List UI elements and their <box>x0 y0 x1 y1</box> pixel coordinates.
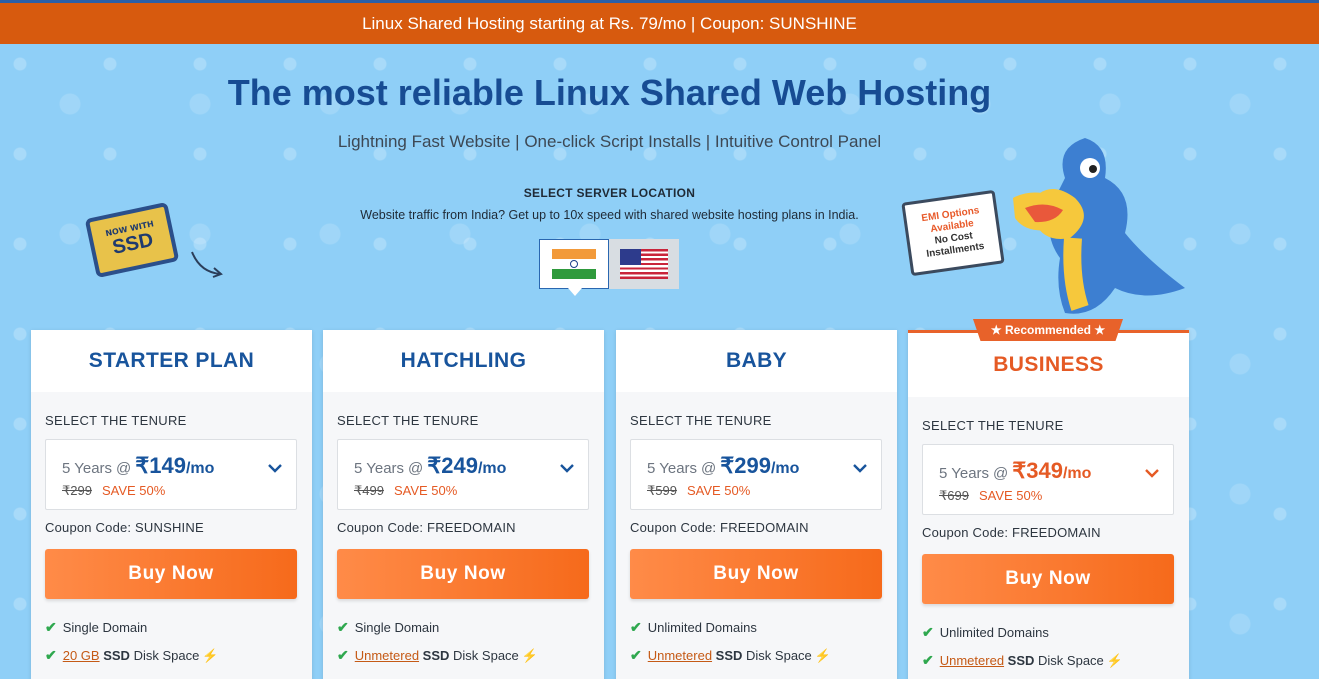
tenure-select[interactable]: 5 Years @ ₹299 /mo ₹599 SAVE 50% <box>630 439 882 510</box>
feature-bold: SSD <box>422 648 450 663</box>
gator-mascot-icon <box>1013 138 1185 314</box>
price-period: /mo <box>770 460 800 477</box>
tenure-select[interactable]: 5 Years @ ₹249 /mo ₹499 SAVE 50% <box>337 439 589 510</box>
feature-text: Disk Space <box>453 648 519 663</box>
feature-domains: ✔ Unlimited Domains <box>630 619 757 636</box>
check-icon: ✔ <box>45 619 57 635</box>
tenure-at: @ <box>408 460 424 477</box>
us-flag-icon <box>620 249 668 279</box>
feature-text: Disk Space <box>746 648 812 663</box>
tenure-label: SELECT THE TENURE <box>630 413 772 428</box>
tenure-label: SELECT THE TENURE <box>337 413 479 428</box>
old-price: ₹599 <box>647 483 677 498</box>
plan-name: STARTER PLAN <box>31 330 312 392</box>
feature-disk-space: ✔ Unmetered SSD Disk Space ⚡ <box>630 647 831 664</box>
plan-card-baby: BABY SELECT THE TENURE 5 Years @ ₹299 /m… <box>616 330 897 679</box>
chevron-down-icon[interactable] <box>1145 465 1159 481</box>
tenure-label: SELECT THE TENURE <box>922 418 1064 433</box>
tenure-years: 5 Years <box>354 460 405 477</box>
lightning-icon: ⚡ <box>202 647 219 663</box>
tenure-at: @ <box>116 460 132 477</box>
lightning-icon: ⚡ <box>1106 652 1123 668</box>
plan-card-business: ★ Recommended ★ BUSINESS SELECT THE TENU… <box>908 319 1189 679</box>
plan-card-starter: STARTER PLAN SELECT THE TENURE 5 Years @… <box>31 330 312 679</box>
feature-text: Single Domain <box>354 620 440 635</box>
recommended-ribbon: ★ Recommended ★ <box>973 319 1123 341</box>
disk-space-link[interactable]: 20 GB <box>63 648 100 663</box>
plan-price: ₹299 <box>720 453 771 478</box>
curved-arrow-icon <box>191 251 223 278</box>
buy-now-button[interactable]: Buy Now <box>45 549 297 599</box>
feature-domains: ✔ Unlimited Domains <box>922 624 1049 641</box>
feature-disk-space: ✔ Unmetered SSD Disk Space ⚡ <box>337 647 538 664</box>
check-icon: ✔ <box>922 624 934 640</box>
plan-price: ₹349 <box>1012 458 1063 483</box>
check-icon: ✔ <box>630 647 642 663</box>
feature-disk-space: ✔ Unmetered SSD Disk Space ⚡ <box>922 652 1123 669</box>
check-icon: ✔ <box>337 647 349 663</box>
feature-text: Single Domain <box>62 620 148 635</box>
tenure-years: 5 Years <box>647 460 698 477</box>
tenure-years: 5 Years <box>62 460 113 477</box>
old-price: ₹699 <box>939 488 969 503</box>
buy-now-button[interactable]: Buy Now <box>922 554 1174 604</box>
buy-now-button[interactable]: Buy Now <box>630 549 882 599</box>
check-icon: ✔ <box>922 652 934 668</box>
plan-price: ₹249 <box>427 453 478 478</box>
feature-bold: SSD <box>1007 653 1035 668</box>
tenure-years: 5 Years <box>939 465 990 482</box>
page-headline: The most reliable Linux Shared Web Hosti… <box>227 72 992 113</box>
feature-text: Disk Space <box>133 648 200 663</box>
us-location-button[interactable] <box>609 239 679 289</box>
feature-bold: SSD <box>103 648 130 663</box>
plan-name: BABY <box>616 330 897 392</box>
tenure-label: SELECT THE TENURE <box>45 413 187 428</box>
plan-price: ₹149 <box>135 453 186 478</box>
buy-now-button[interactable]: Buy Now <box>337 549 589 599</box>
coupon-code: Coupon Code: FREEDOMAIN <box>337 520 516 535</box>
lightning-icon: ⚡ <box>521 647 538 663</box>
save-badge: SAVE 50% <box>978 488 1043 503</box>
emi-options-card: EMI Options Available No Cost Installmen… <box>901 189 1005 277</box>
tenure-at: @ <box>993 465 1009 482</box>
lightning-icon: ⚡ <box>814 647 831 663</box>
chevron-down-icon[interactable] <box>268 460 282 476</box>
old-price: ₹499 <box>354 483 384 498</box>
tenure-select[interactable]: 5 Years @ ₹149 /mo ₹299 SAVE 50% <box>45 439 297 510</box>
india-flag-icon <box>552 249 596 279</box>
save-badge: SAVE 50% <box>686 483 751 498</box>
india-location-button[interactable] <box>539 239 609 296</box>
coupon-code: Coupon Code: SUNSHINE <box>45 520 204 535</box>
price-period: /mo <box>185 460 215 477</box>
feature-text: Disk Space <box>1038 653 1104 668</box>
check-icon: ✔ <box>337 619 349 635</box>
plan-name: BUSINESS <box>908 333 1189 397</box>
feature-domains: ✔ Single Domain <box>337 619 439 636</box>
promo-text: Linux Shared Hosting starting at Rs. 79/… <box>362 13 857 33</box>
plan-card-hatchling: HATCHLING SELECT THE TENURE 5 Years @ ₹2… <box>323 330 604 679</box>
coupon-code: Coupon Code: FREEDOMAIN <box>630 520 809 535</box>
feature-domains: ✔ Single Domain <box>45 619 147 636</box>
coupon-code: Coupon Code: FREEDOMAIN <box>922 525 1101 540</box>
feature-text: Unlimited Domains <box>647 620 757 635</box>
price-period: /mo <box>1062 465 1092 482</box>
check-icon: ✔ <box>45 647 57 663</box>
chevron-down-icon[interactable] <box>853 460 867 476</box>
tenure-at: @ <box>701 460 717 477</box>
disk-space-link[interactable]: Unmetered <box>940 653 1004 668</box>
old-price: ₹299 <box>62 483 92 498</box>
promo-bar[interactable]: Linux Shared Hosting starting at Rs. 79/… <box>0 0 1319 44</box>
feature-bold: SSD <box>715 648 743 663</box>
chevron-down-icon[interactable] <box>560 460 574 476</box>
price-period: /mo <box>477 460 507 477</box>
disk-space-link[interactable]: Unmetered <box>648 648 712 663</box>
disk-space-link[interactable]: Unmetered <box>355 648 419 663</box>
check-icon: ✔ <box>630 619 642 635</box>
plan-name: HATCHLING <box>323 330 604 392</box>
save-badge: SAVE 50% <box>393 483 458 498</box>
feature-disk-space: ✔ 20 GB SSD Disk Space ⚡ <box>45 647 219 664</box>
tenure-select[interactable]: 5 Years @ ₹349 /mo ₹699 SAVE 50% <box>922 444 1174 515</box>
save-badge: SAVE 50% <box>101 483 166 498</box>
feature-text: Unlimited Domains <box>939 625 1049 640</box>
